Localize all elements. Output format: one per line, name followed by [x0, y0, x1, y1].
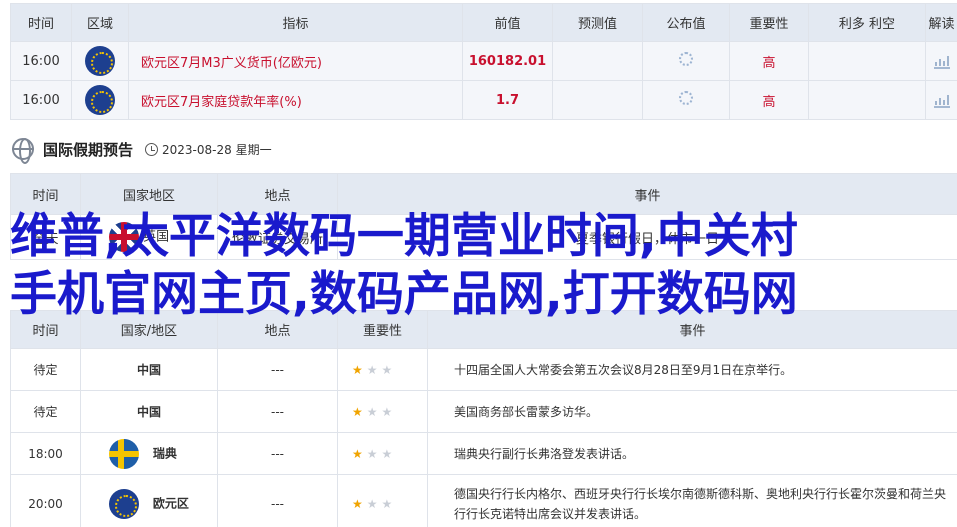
star-icon: ★ [381, 362, 397, 377]
event: 美国商务部长雷蒙多访华。 [427, 390, 957, 433]
eu-flag-icon [85, 85, 115, 115]
row-time: 16:00 [10, 80, 72, 120]
star-icon: ★ [381, 446, 397, 461]
previous-value: 1.7 [462, 80, 553, 120]
eu-flag-icon [85, 46, 115, 76]
col-time: 时间 [10, 3, 72, 42]
table-row: 待定 中国 --- ★★★ 十四届全国人大常委会第五次会议8月28日至9月1日在… [10, 348, 957, 391]
col-indicator: 指标 [128, 3, 463, 42]
country-name: 瑞典 [152, 446, 177, 460]
importance-value: 高 [729, 80, 809, 120]
event: 德国央行行长内格尔、西班牙央行行长埃尔南德斯德科斯、奥地利央行行长霍尔茨曼和荷兰… [427, 474, 957, 527]
country-name: 中国 [80, 348, 218, 391]
place: --- [217, 474, 338, 527]
importance-stars: ★★★ [337, 390, 428, 433]
star-icon: ★ [352, 362, 367, 377]
clock-icon [145, 142, 159, 156]
place: --- [217, 390, 338, 433]
col-region: 区域 [71, 3, 129, 42]
impact-cell [808, 41, 926, 81]
holiday-section-header: 国际假期预告 2023-08-28 星期一 [12, 137, 272, 164]
star-icon: ★ [352, 404, 367, 419]
importance-stars: ★★★ [337, 432, 428, 475]
sweden-flag-icon [109, 438, 139, 469]
star-icon: ★ [352, 446, 367, 461]
col-forecast: 预测值 [552, 3, 643, 42]
table-row: 20:00 欧元区 --- ★★★ 德国央行行长内格尔、西班牙央行行长埃尔南德斯… [10, 474, 957, 527]
star-icon: ★ [366, 446, 382, 461]
star-icon: ★ [352, 497, 367, 511]
overlay-line-2: 手机官网主页,数码产品网,打开数码网 [10, 267, 798, 322]
row-time: 20:00 [10, 474, 81, 527]
place: --- [217, 432, 338, 475]
table-row: 16:00 欧元区7月家庭贷款年率(%) 1.7 高 [10, 80, 957, 120]
chart-icon[interactable] [933, 92, 951, 108]
table-row: 待定 中国 --- ★★★ 美国商务部长雷蒙多访华。 [10, 390, 957, 433]
table-row: 16:00 欧元区7月M3广义货币(亿欧元) 160182.01 高 [10, 41, 957, 81]
chart-icon[interactable] [933, 53, 951, 69]
place: --- [217, 348, 338, 391]
star-icon: ★ [366, 497, 382, 511]
country-name: 中国 [80, 390, 218, 433]
importance-stars: ★★★ [337, 348, 428, 391]
loading-icon [679, 91, 693, 105]
row-time: 18:00 [10, 432, 81, 475]
overlay-title: 维普,太平洋数码一期营业时间,中关村 手机官网主页,数码产品网,打开数码网 [0, 208, 957, 324]
loading-icon [679, 52, 693, 66]
eu-flag-icon [109, 489, 139, 519]
previous-value: 160182.01 [462, 41, 553, 81]
col-importance: 重要性 [729, 3, 809, 42]
impact-cell [808, 80, 926, 120]
event: 瑞典央行副行长弗洛登发表讲话。 [427, 432, 957, 475]
row-time: 待定 [10, 390, 81, 433]
col-previous: 前值 [462, 3, 553, 42]
star-icon: ★ [381, 497, 397, 511]
star-icon: ★ [381, 404, 397, 419]
overlay-line-1: 维普,太平洋数码一期营业时间,中关村 [10, 209, 798, 264]
col-impact: 利多 利空 [808, 3, 926, 42]
star-icon: ★ [366, 362, 382, 377]
economic-calendar-table: 时间 区域 指标 前值 预测值 公布值 重要性 利多 利空 解读 16:00 欧… [10, 3, 957, 120]
star-icon: ★ [366, 404, 382, 419]
indicator-link[interactable]: 欧元区7月家庭贷款年率(%) [128, 80, 463, 120]
row-time: 16:00 [10, 41, 72, 81]
calendar-header-row: 时间 区域 指标 前值 预测值 公布值 重要性 利多 利空 解读 [10, 3, 957, 42]
forecast-value [552, 80, 643, 120]
section-title: 国际假期预告 [43, 140, 134, 159]
indicator-link[interactable]: 欧元区7月M3广义货币(亿欧元) [128, 41, 463, 81]
events-table: 时间 国家/地区 地点 重要性 事件 待定 中国 --- ★★★ 十四届全国人大… [10, 310, 957, 527]
country-name: 欧元区 [152, 496, 189, 511]
col-analysis: 解读 [925, 3, 957, 42]
row-time: 待定 [10, 348, 81, 391]
table-row: 18:00 瑞典 --- ★★★ 瑞典央行副行长弗洛登发表讲话。 [10, 432, 957, 475]
globe-icon [12, 138, 34, 164]
forecast-value [552, 41, 643, 81]
event: 十四届全国人大常委会第五次会议8月28日至9月1日在京举行。 [427, 348, 957, 391]
importance-stars: ★★★ [337, 474, 428, 527]
importance-value: 高 [729, 41, 809, 81]
section-date: 2023-08-28 星期一 [162, 142, 272, 157]
col-actual: 公布值 [642, 3, 730, 42]
